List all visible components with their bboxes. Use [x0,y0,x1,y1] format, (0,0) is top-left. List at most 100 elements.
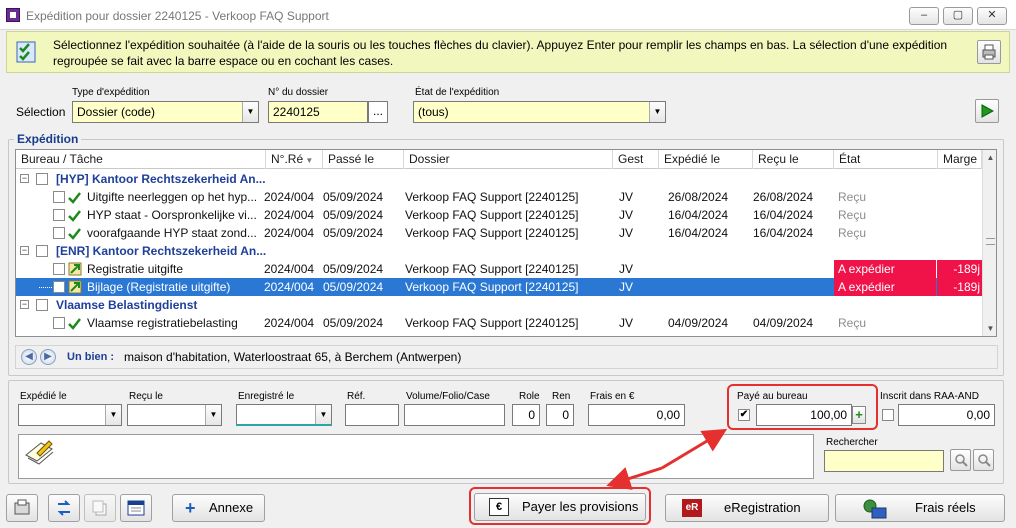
properties-button[interactable] [6,494,38,522]
selection-label: Sélection [16,105,66,119]
memo-field[interactable] [18,434,814,479]
expedie-date-select[interactable]: ▼ [18,404,122,426]
row-checkbox[interactable] [53,191,65,203]
frais-reels-icon [863,499,887,519]
copy-icon [92,500,107,516]
volume-label: Volume/Folio/Case [406,391,490,402]
table-row-selected[interactable]: Bijlage (Registratie uitgifte) 2024/004 … [16,278,982,296]
column-header[interactable]: Expédié le [659,150,753,169]
chevron-down-icon[interactable]: ▼ [649,102,665,122]
row-checkbox[interactable] [53,317,65,329]
expedie-cell: 04/09/2024 [668,316,729,330]
column-header[interactable]: Bureau / Tâche [16,150,266,169]
search-next-button[interactable] [973,449,994,471]
column-header[interactable]: Reçu le [753,150,834,169]
column-header[interactable]: Gest [613,150,659,169]
check-icon [68,228,81,240]
printer-icon [982,44,996,60]
table-row[interactable]: Uitgifte neerleggen op het hyp... 2024/0… [16,188,982,206]
info-bar: Sélectionnez l'expédition souhaitée (à l… [6,31,1010,73]
annexe-button[interactable]: + Annexe [172,494,265,522]
role-input[interactable]: 0 [512,404,540,426]
collapse-icon[interactable]: − [20,246,29,255]
expedie-cell [668,278,753,296]
scroll-thumb[interactable] [986,238,995,245]
maximize-button[interactable]: ▢ [943,7,973,25]
collapse-icon[interactable]: − [20,300,29,309]
passe-cell: 05/09/2024 [323,316,384,330]
eregistration-button[interactable]: eR eRegistration [665,494,829,522]
chevron-down-icon[interactable]: ▼ [105,405,121,425]
chevron-down-icon[interactable]: ▼ [242,102,258,122]
plus-icon[interactable]: + [852,406,866,424]
enregistre-date-select[interactable]: ▼ [236,404,332,426]
close-button[interactable]: ✕ [977,7,1007,25]
group-checkbox[interactable] [36,299,48,311]
ref-input[interactable] [345,404,399,426]
column-header[interactable]: État [834,150,938,169]
ren-input[interactable]: 0 [546,404,574,426]
table-scrollbar[interactable]: ▲ ▼ [982,150,996,336]
transfer-button[interactable] [48,494,80,522]
play-icon [981,104,995,118]
minimize-button[interactable]: – [909,7,939,25]
row-checkbox[interactable] [53,281,65,293]
expedition-state-label: État de l'expédition [415,87,500,98]
previous-icon[interactable]: ◀ [21,349,37,365]
column-header[interactable]: Passé le [323,150,404,169]
dossier-cell: Verkoop FAQ Support [2240125] [405,190,579,204]
nre-cell: 2024/004 [264,280,315,294]
scroll-up-icon[interactable]: ▲ [983,150,996,165]
table-row[interactable]: HYP staat - Oorspronkelijke vi... 2024/0… [16,206,982,224]
group-checkbox[interactable] [36,245,48,257]
row-checkbox[interactable] [53,209,65,221]
expedition-table[interactable]: Bureau / Tâche N°.Ré ▼ Passé le Dossier … [15,149,997,337]
collapse-icon[interactable]: − [20,174,29,183]
chevron-down-icon[interactable]: ▼ [315,405,331,424]
type-expedition-select[interactable]: Dossier (code) ▼ [72,101,259,123]
expedie-cell: 26/08/2024 [668,190,729,204]
group-row-enr[interactable]: − [ENR] Kantoor Rechtszekerheid An... [16,242,982,260]
scroll-down-icon[interactable]: ▼ [983,321,996,336]
paye-checkbox[interactable]: ✔ [738,409,750,421]
calendar-button[interactable] [120,494,152,522]
recu-date-select[interactable]: ▼ [127,404,222,426]
recu-cell: 16/04/2024 [753,226,814,240]
volume-input[interactable] [404,404,505,426]
table-row[interactable]: Registratie uitgifte 2024/004 05/09/2024… [16,260,982,278]
payer-provisions-button[interactable]: € Payer les provisions [474,493,646,521]
gest-cell: JV [619,280,634,294]
dossier-browse-button[interactable]: ... [368,101,388,123]
print-button[interactable] [977,40,1001,64]
inscrit-input[interactable]: 0,00 [898,404,995,426]
marge-cell: -189j [937,260,982,278]
group-row-vlaamse[interactable]: − Vlaamse Belastingdienst [16,296,982,314]
group-row-hyp[interactable]: − [HYP] Kantoor Rechtszekerheid An... [16,170,982,188]
run-button[interactable] [975,99,999,123]
paye-input[interactable]: 100,00 [756,404,852,426]
inscrit-checkbox[interactable] [882,409,894,421]
property-bar: ◀ ▶ Un bien : maison d'habitation, Water… [15,345,998,369]
column-header[interactable]: N°.Ré ▼ [266,150,323,169]
row-checkbox[interactable] [53,227,65,239]
column-header[interactable]: Dossier [404,150,613,169]
search-button[interactable] [950,449,971,471]
send-arrow-icon [68,280,82,294]
frais-input[interactable]: 0,00 [588,404,685,426]
chevron-down-icon[interactable]: ▼ [205,405,221,425]
expedition-state-select[interactable]: (tous) ▼ [413,101,666,123]
table-row[interactable]: voorafgaande HYP staat zond... 2024/004 … [16,224,982,242]
column-header[interactable]: Marge [938,150,982,169]
row-checkbox[interactable] [53,263,65,275]
dossier-number-input[interactable]: 2240125 [268,101,368,123]
frais-reels-button[interactable]: Frais réels [835,494,1005,522]
rechercher-input[interactable] [824,450,944,472]
table-row[interactable]: Vlaamse registratiebelasting 2024/004 05… [16,314,982,332]
next-icon[interactable]: ▶ [40,349,56,365]
group-checkbox[interactable] [36,173,48,185]
expedition-state-value: (tous) [418,105,449,119]
eregistration-icon: eR [682,499,702,517]
copy-button[interactable] [84,494,116,522]
nre-cell: 2024/004 [264,226,315,240]
group-name: Vlaamse Belastingdienst [56,298,198,312]
